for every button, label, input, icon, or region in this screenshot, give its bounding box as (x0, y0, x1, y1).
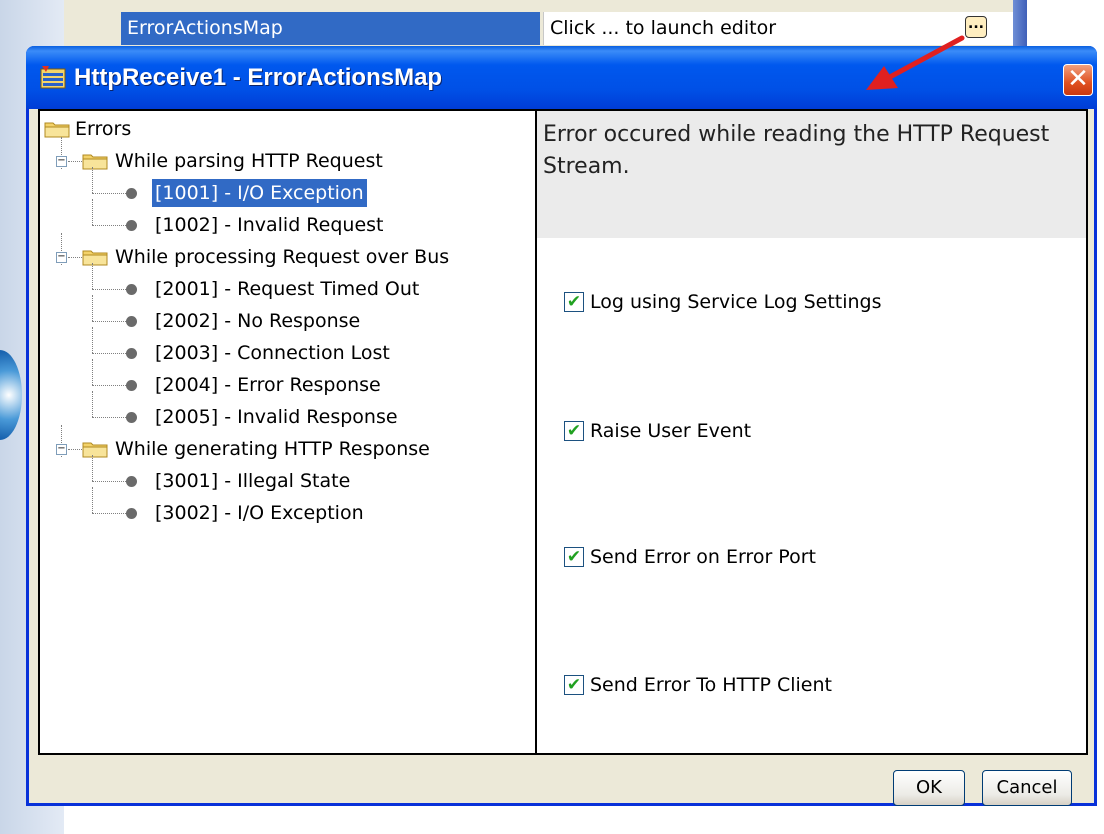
error-leaf-icon (126, 188, 137, 199)
tree-item[interactable]: [2003] - Connection Lost (152, 339, 393, 367)
property-value-cell[interactable]: Click ... to launch editor (543, 12, 1013, 45)
tree-group-label[interactable]: While generating HTTP Response (112, 435, 433, 463)
error-leaf-icon (126, 380, 137, 391)
collapse-toggle-icon[interactable]: − (56, 252, 67, 263)
property-name-cell[interactable]: ErrorActionsMap (121, 12, 540, 45)
error-description: Error occured while reading the HTTP Req… (537, 111, 1086, 238)
tree-item[interactable]: [2002] - No Response (152, 307, 363, 335)
folder-icon (82, 154, 108, 170)
tree-connector (92, 327, 93, 353)
error-detail-pane: Error occured while reading the HTTP Req… (537, 109, 1088, 755)
tree-item[interactable]: [2004] - Error Response (152, 371, 384, 399)
option-checkbox[interactable]: ✔ (564, 547, 584, 567)
editor-app-icon (40, 66, 66, 89)
folder-icon (44, 122, 70, 138)
folder-icon (82, 250, 108, 266)
tree-connector (92, 289, 126, 290)
error-leaf-icon (126, 220, 137, 231)
dialog-title: HttpReceive1 - ErrorActionsMap (74, 64, 443, 91)
folder-icon (82, 442, 108, 458)
tree-connector (92, 417, 126, 418)
collapse-toggle-icon[interactable]: − (56, 444, 67, 455)
tree-connector (68, 161, 82, 162)
desktop-orb-graphic (0, 350, 22, 440)
option-label: Log using Service Log Settings (590, 291, 882, 313)
collapse-toggle-icon[interactable]: − (56, 156, 67, 167)
tree-connector (92, 321, 126, 322)
tree-connector (92, 481, 126, 482)
tree-connector (92, 263, 93, 289)
tree-item[interactable]: [2005] - Invalid Response (152, 403, 401, 431)
option-label: Send Error To HTTP Client (590, 674, 832, 696)
error-leaf-icon (126, 476, 137, 487)
tree-connector (92, 359, 93, 385)
dialog-titlebar[interactable]: HttpReceive1 - ErrorActionsMap ✕ (26, 46, 1097, 109)
tree-item[interactable]: [3002] - I/O Exception (152, 499, 367, 527)
error-leaf-icon (126, 348, 137, 359)
tree-connector (92, 199, 93, 225)
tree-group-label[interactable]: While processing Request over Bus (112, 243, 452, 271)
tree-connector (68, 449, 82, 450)
tree-connector (92, 225, 126, 226)
option-checkbox[interactable]: ✔ (564, 421, 584, 441)
error-leaf-icon (126, 316, 137, 327)
ok-button[interactable]: OK (893, 770, 965, 806)
tree-connector (68, 257, 82, 258)
tree-connector (92, 513, 126, 514)
tree-item[interactable]: [1002] - Invalid Request (152, 211, 386, 239)
tree-connector (92, 487, 93, 513)
tree-connector (92, 353, 126, 354)
tree-connector (92, 167, 93, 193)
tree-item[interactable]: [3001] - Illegal State (152, 467, 353, 495)
tree-group-label[interactable]: While parsing HTTP Request (112, 147, 386, 175)
tree-connector (92, 455, 93, 481)
tree-connector (92, 391, 93, 417)
window-edge (1013, 0, 1027, 52)
tree-item-selected[interactable]: [1001] - I/O Exception (151, 178, 368, 208)
tree-connector (92, 193, 126, 194)
error-leaf-icon (126, 508, 137, 519)
option-label: Raise User Event (590, 420, 752, 442)
error-tree[interactable]: Errors − While parsing HTTP Request [1001] … (38, 109, 537, 755)
property-grid-gutter (64, 0, 120, 52)
error-leaf-icon (126, 412, 137, 423)
option-checkbox[interactable]: ✔ (564, 675, 584, 695)
close-button[interactable]: ✕ (1063, 64, 1093, 96)
tree-root-label[interactable]: Errors (72, 115, 134, 143)
error-actions-dialog: HttpReceive1 - ErrorActionsMap ✕ Errors −… (26, 46, 1097, 806)
option-label: Send Error on Error Port (590, 546, 816, 568)
error-leaf-icon (126, 284, 137, 295)
tree-connector (92, 295, 93, 321)
tree-item[interactable]: [2001] - Request Timed Out (152, 275, 422, 303)
launch-editor-button[interactable]: ... (965, 16, 987, 38)
tree-connector (92, 385, 126, 386)
cancel-button[interactable]: Cancel (982, 770, 1072, 806)
option-checkbox[interactable]: ✔ (564, 292, 584, 312)
